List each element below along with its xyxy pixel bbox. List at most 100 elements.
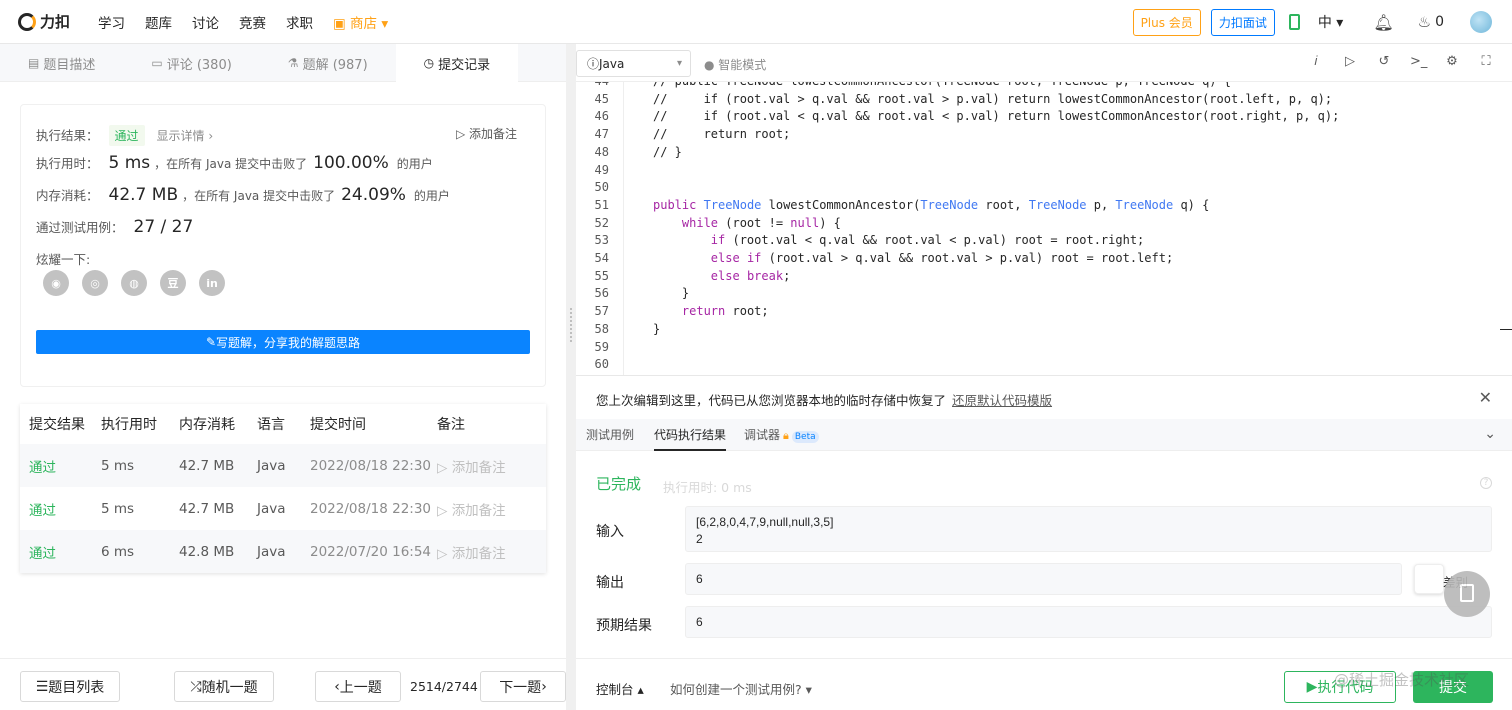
code-line[interactable]: 56 } [576, 285, 1512, 303]
document-icon [1460, 584, 1474, 602]
next-problem-button[interactable]: 下一题 › [480, 671, 566, 702]
interview-button[interactable]: 力扣面试 [1210, 8, 1275, 36]
code-line[interactable]: 50 [576, 179, 1512, 197]
douban-icon[interactable]: 豆 [160, 270, 186, 296]
dot-icon: ● [704, 58, 719, 72]
smart-mode-toggle[interactable]: ● 智能模式 [704, 56, 766, 73]
floating-notes-button[interactable] [1444, 571, 1490, 617]
random-problem-button[interactable]: ⤮ 随机一题 [174, 671, 274, 702]
runtime-users: 的用户 [396, 157, 433, 171]
info-italic-icon[interactable]: 𝑖 [1308, 54, 1324, 70]
logo[interactable]: 力扣 [18, 11, 78, 32]
problem-list-button[interactable]: ☰ 题目列表 [20, 671, 120, 702]
table-row[interactable]: 通过 6 ms 42.8 MB Java 2022/07/20 16:54 ▷ … [20, 530, 546, 573]
tab-description[interactable]: ▤ 题目描述 [0, 44, 123, 82]
code-line[interactable]: 46 // if (root.val < q.val && root.val < … [576, 108, 1512, 126]
code-text: // } [653, 144, 682, 159]
fullscreen-icon[interactable]: ⛶ [1478, 54, 1494, 70]
settings-icon[interactable]: ⚙ [1444, 54, 1460, 70]
code-line[interactable]: 48 // } [576, 144, 1512, 162]
diff-toggle[interactable] [1414, 564, 1444, 594]
code-line[interactable]: 47 // return root; [576, 126, 1512, 144]
table-row[interactable]: 通过 5 ms 42.7 MB Java 2022/08/18 22:30 ▷ … [20, 487, 546, 530]
code-line[interactable]: 45 // if (root.val > q.val && root.val > … [576, 91, 1512, 109]
table-row[interactable]: 通过 5 ms 42.7 MB Java 2022/08/18 22:30 ▷ … [20, 444, 546, 487]
language-select[interactable]: ⓘ Java ▾ [576, 50, 691, 77]
bell-icon[interactable]: 🔔︎ [1373, 13, 1393, 32]
fire-icon[interactable]: ♨ [1418, 13, 1431, 31]
tab-testcase[interactable]: 测试用例 [586, 419, 634, 451]
weibo-icon[interactable]: ◎ [82, 270, 108, 296]
console-toggle[interactable]: 控制台 ▴ [596, 679, 644, 698]
line-number: 47 [594, 127, 609, 142]
code-line[interactable]: 59 [576, 339, 1512, 357]
submission-result[interactable]: 通过 [20, 499, 101, 519]
code-text: else if (root.val > q.val && root.val > … [710, 251, 1174, 265]
tab-submissions[interactable]: ◷ 提交记录 [395, 44, 519, 82]
write-solution-button[interactable]: ✎ 写题解，分享我的解题思路 [36, 330, 530, 354]
nav-item-problems[interactable]: 题库 [145, 12, 172, 32]
drag-handle[interactable] [570, 308, 572, 342]
add-note-button[interactable]: ▷ 添加备注 [437, 456, 537, 476]
code-line[interactable]: 44 // public TreeNode lowestCommonAncesto… [576, 82, 1512, 91]
nav-item-contest[interactable]: 竞赛 [239, 12, 266, 32]
show-details-link[interactable]: 显示详情 › [157, 127, 214, 144]
code-text: public TreeNode lowestCommonAncestor(Tre… [653, 197, 1210, 212]
exec-time: 执行用时: 0 ms [663, 480, 752, 495]
code-text: } [653, 286, 690, 301]
column-header: 语言 [257, 417, 285, 433]
nav-item-learn[interactable]: 学习 [98, 12, 125, 32]
nav-item-jobs[interactable]: 求职 [286, 12, 313, 32]
code-line[interactable]: 53 if (root.val < q.val && root.val < p.… [576, 232, 1512, 250]
tab-comments[interactable]: ▭ 评论 (380) [123, 44, 259, 82]
restore-default-link[interactable]: 还原默认代码模版 [952, 393, 1052, 408]
expected-label: 预期结果 [596, 618, 652, 634]
testcase-help-link[interactable]: 如何创建一个测试用例? ▾ [670, 679, 812, 698]
plus-member-button[interactable]: Plus 会员 [1132, 8, 1201, 36]
code-line[interactable]: 60 [576, 356, 1512, 374]
submission-result[interactable]: 通过 [20, 456, 101, 476]
close-icon[interactable]: ✕ [1479, 388, 1492, 407]
code-editor[interactable]: 44 // public TreeNode lowestCommonAncesto… [576, 82, 1512, 375]
prev-problem-button[interactable]: ‹ 上一题 [315, 671, 401, 702]
line-number: 54 [594, 251, 609, 265]
chevron-down-icon[interactable]: ⌄ [1484, 426, 1496, 442]
tab-solutions[interactable]: ⚗ 题解 (987) [260, 44, 396, 82]
code-line[interactable]: 54 else if (root.val > q.val && root.val… [576, 250, 1512, 268]
submission-result[interactable]: 通过 [20, 542, 101, 562]
add-note-button[interactable]: ▷ 添加备注 [456, 125, 517, 142]
add-note-button[interactable]: ▷ 添加备注 [437, 499, 537, 519]
code-line[interactable]: 49 [576, 162, 1512, 180]
runtime-percent: 100.00% [313, 153, 389, 173]
submission-date: 2022/07/20 16:54 [310, 543, 432, 560]
add-note-button[interactable]: ▷ 添加备注 [437, 542, 537, 562]
code-line[interactable]: 52 while (root != null) { [576, 215, 1512, 233]
output-box: 6 [685, 563, 1402, 595]
code-line[interactable]: 51 public TreeNode lowestCommonAncestor(T… [576, 197, 1512, 215]
code-line[interactable]: 55 else break; [576, 268, 1512, 286]
input-box[interactable]: [6,2,8,0,4,7,9,null,null,3,5] 2 4 [685, 506, 1492, 552]
linkedin-icon[interactable]: in [199, 270, 225, 296]
reset-icon[interactable]: ↺ [1376, 54, 1392, 70]
mobile-app-icon[interactable] [1288, 14, 1300, 30]
submission-time: 5 ms [101, 500, 135, 517]
line-number: 53 [594, 233, 609, 248]
input-line: 4 [696, 548, 1491, 551]
tab-run-result[interactable]: 代码执行结果 [654, 419, 727, 451]
tab-debugger[interactable]: 调试器 🔒︎ Beta [744, 419, 819, 451]
result-row: 执行结果： 通过 显示详情 › [36, 125, 213, 146]
nav-item-shop[interactable]: ▣ 商店 ▾ [333, 12, 388, 32]
help-icon[interactable]: ? [1480, 477, 1492, 489]
avatar[interactable] [1470, 11, 1492, 33]
qq-icon[interactable]: ◍ [121, 270, 147, 296]
terminal-icon[interactable]: >_ [1410, 54, 1427, 70]
code-line[interactable]: 58} [576, 321, 1512, 339]
code-line[interactable]: 57 return root; [576, 303, 1512, 321]
play-icon[interactable]: ▷ [1342, 54, 1358, 70]
code-text: } [653, 321, 661, 336]
panel-divider[interactable] [566, 44, 576, 710]
nav-item-discuss[interactable]: 讨论 [192, 12, 219, 32]
submission-memory: 42.7 MB [179, 500, 235, 517]
language-switch[interactable]: 中 ▾ [1318, 12, 1343, 32]
wechat-icon[interactable]: ◉ [43, 270, 69, 296]
